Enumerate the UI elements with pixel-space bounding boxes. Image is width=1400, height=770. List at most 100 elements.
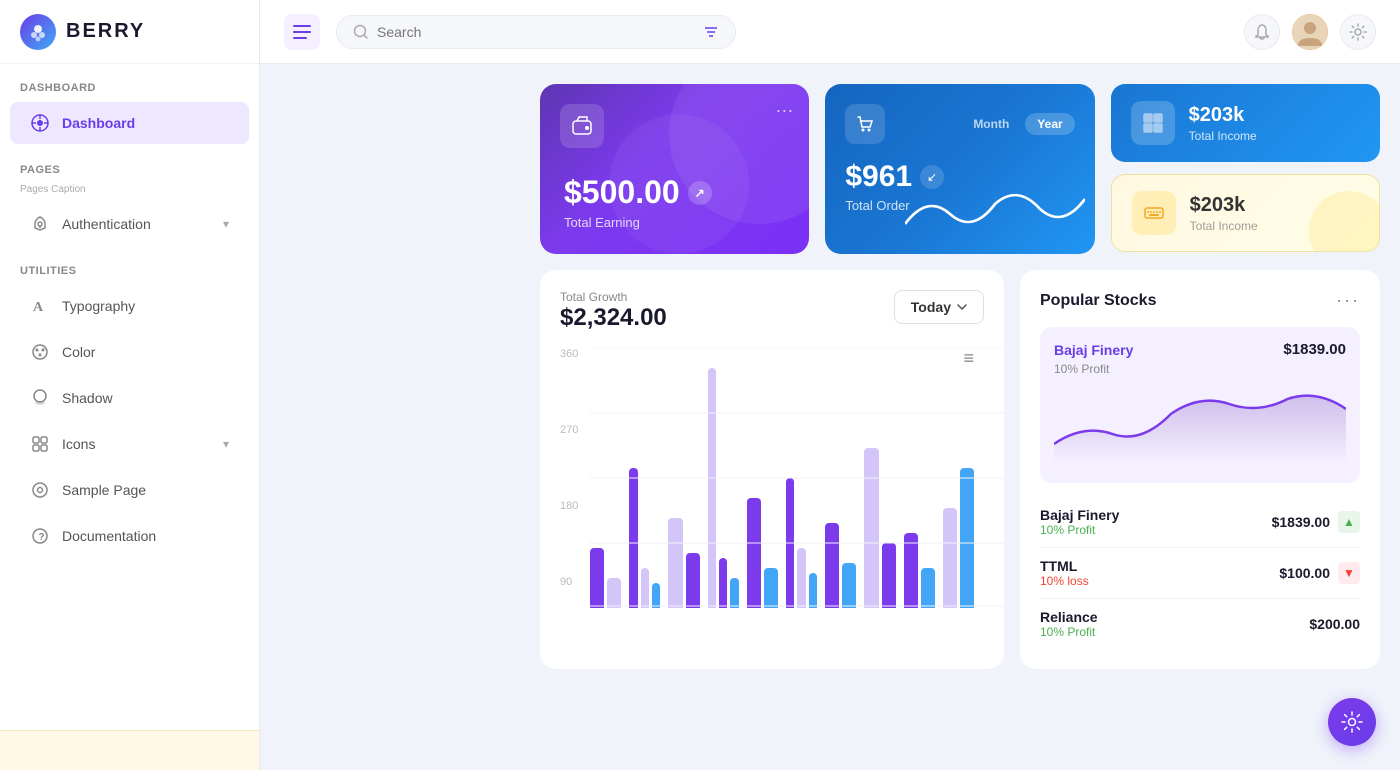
stock-row-bajaj: Bajaj Finery 10% Profit $1839.00 ▲ bbox=[1040, 497, 1360, 548]
income-blue-label: Total Income bbox=[1189, 129, 1257, 143]
search-bar[interactable] bbox=[336, 15, 736, 49]
sample-page-icon bbox=[30, 480, 50, 500]
stocks-menu-button[interactable]: ··· bbox=[1336, 290, 1360, 311]
income-yellow-amount: $203k bbox=[1190, 194, 1258, 217]
growth-chart-amount: $2,324.00 bbox=[560, 304, 667, 332]
order-top-row: Month Year bbox=[845, 104, 1074, 144]
tab-year[interactable]: Year bbox=[1025, 113, 1074, 135]
bottom-row: Total Growth $2,324.00 Today ≡ 360 270 1 bbox=[540, 270, 1380, 669]
dashboard-icon bbox=[30, 113, 50, 133]
pages-section-label: Pages bbox=[0, 146, 259, 182]
shadow-icon bbox=[30, 388, 50, 408]
stock-reliance-price: $200.00 bbox=[1309, 616, 1360, 632]
bajaj-top-row: Bajaj Finery $1839.00 bbox=[1054, 341, 1346, 358]
wallet-icon bbox=[571, 115, 593, 137]
keyboard-icon bbox=[1143, 202, 1165, 224]
income-blue-icon-box bbox=[1131, 101, 1175, 145]
growth-chart-header: Total Growth $2,324.00 Today bbox=[560, 290, 984, 332]
today-filter-button[interactable]: Today bbox=[894, 290, 984, 324]
stock-row-ttml: TTML 10% loss $100.00 ▼ bbox=[1040, 548, 1360, 599]
stock-reliance-info: Reliance 10% Profit bbox=[1040, 609, 1098, 639]
growth-chart-label: Total Growth bbox=[560, 290, 667, 304]
y-label-360: 360 bbox=[560, 348, 578, 360]
y-label-180: 180 bbox=[560, 500, 578, 512]
sidebar-item-color[interactable]: Color bbox=[10, 331, 249, 373]
earning-trend-icon: ↗ bbox=[688, 181, 712, 205]
main-content: ··· $500.00 ↗ Total Earning Month bbox=[520, 64, 1400, 770]
hamburger-button[interactable] bbox=[284, 14, 320, 50]
logo-icon bbox=[20, 14, 56, 50]
card-income-yellow: $203k Total Income bbox=[1111, 174, 1380, 252]
sidebar-bottom-banner bbox=[0, 730, 259, 770]
stock-bajaj-profit: 10% Profit bbox=[1040, 523, 1119, 537]
stock-ttml-name: TTML bbox=[1040, 558, 1089, 574]
stock-ttml-loss: 10% loss bbox=[1040, 574, 1089, 588]
notification-icon bbox=[1253, 23, 1271, 41]
growth-chart-panel: Total Growth $2,324.00 Today ≡ 360 270 1 bbox=[540, 270, 1004, 669]
chevron-down-icon bbox=[957, 304, 967, 310]
header-right bbox=[1244, 14, 1376, 50]
authentication-icon bbox=[30, 214, 50, 234]
fab-settings-icon bbox=[1341, 711, 1363, 733]
bajaj-profit: 10% Profit bbox=[1054, 362, 1346, 376]
chart-grid bbox=[590, 348, 1014, 608]
y-axis-labels: 360 270 180 90 bbox=[560, 348, 578, 608]
logo-text: BERRY bbox=[66, 20, 145, 43]
chart-menu-button[interactable]: ≡ bbox=[963, 348, 974, 369]
stocks-header: Popular Stocks ··· bbox=[1040, 290, 1360, 311]
settings-button[interactable] bbox=[1340, 14, 1376, 50]
notification-button[interactable] bbox=[1244, 14, 1280, 50]
earning-label: Total Earning bbox=[564, 215, 785, 230]
stock-reliance-name: Reliance bbox=[1040, 609, 1098, 625]
stocks-title: Popular Stocks bbox=[1040, 292, 1156, 310]
search-input[interactable] bbox=[377, 24, 695, 40]
sidebar-item-typography[interactable]: A Typography bbox=[10, 285, 249, 327]
sidebar-item-icons[interactable]: Icons ▾ bbox=[10, 423, 249, 465]
avatar[interactable] bbox=[1292, 14, 1328, 50]
stock-ttml-badge: ▼ bbox=[1338, 562, 1360, 584]
tab-month[interactable]: Month bbox=[961, 113, 1021, 135]
sidebar-typography-label: Typography bbox=[62, 298, 135, 314]
sidebar-item-dashboard[interactable]: Dashboard bbox=[10, 102, 249, 144]
top-cards-row: ··· $500.00 ↗ Total Earning Month bbox=[540, 84, 1380, 254]
sidebar-item-shadow[interactable]: Shadow bbox=[10, 377, 249, 419]
fab-settings-button[interactable] bbox=[1328, 698, 1376, 746]
sidebar-item-authentication[interactable]: Authentication ▾ bbox=[10, 203, 249, 245]
utilities-section-label: Utilities bbox=[0, 247, 259, 283]
order-amount: $961 bbox=[845, 160, 912, 194]
sidebar-dashboard-label: Dashboard bbox=[62, 115, 135, 131]
sidebar: BERRY Dashboard Dashboard Pages Pages Ca… bbox=[0, 0, 260, 770]
order-tab-group: Month Year bbox=[961, 113, 1074, 135]
sidebar-icons-label: Icons bbox=[62, 436, 95, 452]
card-total-order: Month Year $961 ↙ Total Order bbox=[825, 84, 1094, 254]
svg-text:?: ? bbox=[39, 532, 45, 543]
sidebar-documentation-label: Documentation bbox=[62, 528, 156, 544]
typography-icon: A bbox=[30, 296, 50, 316]
y-label-90: 90 bbox=[560, 576, 578, 588]
earning-menu-button[interactable]: ··· bbox=[775, 100, 793, 121]
stock-bajaj-badge: ▲ bbox=[1338, 511, 1360, 533]
icons-chevron: ▾ bbox=[223, 437, 229, 451]
sidebar-sample-page-label: Sample Page bbox=[62, 482, 146, 498]
svg-text:A: A bbox=[33, 300, 44, 315]
earning-icon-box bbox=[560, 104, 604, 148]
income-yellow-info: $203k Total Income bbox=[1190, 194, 1258, 233]
documentation-icon: ? bbox=[30, 526, 50, 546]
filter-icon[interactable] bbox=[703, 24, 719, 40]
stock-ttml-info: TTML 10% loss bbox=[1040, 558, 1089, 588]
card-income-blue: $203k Total Income bbox=[1111, 84, 1380, 162]
stock-ttml-price: $100.00 bbox=[1279, 565, 1330, 581]
icons-icon bbox=[30, 434, 50, 454]
grid-icon bbox=[1142, 112, 1164, 134]
stock-reliance-profit: 10% Profit bbox=[1040, 625, 1098, 639]
bajaj-featured-card: Bajaj Finery $1839.00 10% Profit bbox=[1040, 327, 1360, 483]
sidebar-item-documentation[interactable]: ? Documentation bbox=[10, 515, 249, 557]
income-blue-info: $203k Total Income bbox=[1189, 104, 1257, 143]
settings-icon bbox=[1349, 23, 1367, 41]
bajaj-price: $1839.00 bbox=[1283, 341, 1346, 358]
stock-bajaj-right: $1839.00 ▲ bbox=[1272, 511, 1360, 533]
sidebar-item-sample-page[interactable]: Sample Page bbox=[10, 469, 249, 511]
income-yellow-label: Total Income bbox=[1190, 219, 1258, 233]
authentication-chevron: ▾ bbox=[223, 217, 229, 231]
stock-reliance-right: $200.00 bbox=[1309, 616, 1360, 632]
